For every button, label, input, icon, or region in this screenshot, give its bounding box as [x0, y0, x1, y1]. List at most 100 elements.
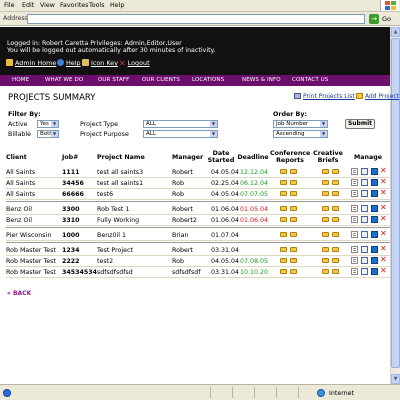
- back-link[interactable]: « BACK: [7, 290, 31, 297]
- conference-report-folder-icon[interactable]: [280, 247, 287, 252]
- copy-icon[interactable]: [361, 246, 368, 253]
- edit-icon[interactable]: [371, 179, 378, 186]
- icon-key-link[interactable]: Icon Key: [82, 59, 118, 67]
- copy-icon[interactable]: [361, 168, 368, 175]
- view-icon[interactable]: [351, 246, 358, 253]
- creative-brief-open-icon[interactable]: [332, 269, 339, 274]
- creative-brief-open-icon[interactable]: [332, 217, 339, 222]
- copy-icon[interactable]: [361, 190, 368, 197]
- copy-icon[interactable]: [361, 257, 368, 264]
- conference-report-folder-icon[interactable]: [280, 191, 287, 196]
- vertical-scrollbar[interactable]: ▲ ▼: [390, 27, 400, 384]
- menu-edit[interactable]: Edit: [22, 2, 34, 9]
- creative-brief-open-icon[interactable]: [332, 258, 339, 263]
- order-field-select[interactable]: Job Number ▼: [273, 120, 328, 128]
- address-input[interactable]: [27, 14, 365, 24]
- conference-report-open-icon[interactable]: [290, 217, 297, 222]
- submit-button[interactable]: Submit: [345, 119, 375, 129]
- creative-brief-folder-icon[interactable]: [322, 180, 329, 185]
- edit-icon[interactable]: [371, 190, 378, 197]
- view-icon[interactable]: [351, 168, 358, 175]
- conference-report-folder-icon[interactable]: [280, 258, 287, 263]
- conference-report-open-icon[interactable]: [290, 180, 297, 185]
- active-select[interactable]: Yes ▼: [37, 120, 59, 128]
- help-link[interactable]: Help: [57, 59, 81, 67]
- menu-favorites[interactable]: Favorites: [60, 2, 88, 9]
- view-icon[interactable]: [351, 216, 358, 223]
- conference-report-open-icon[interactable]: [290, 247, 297, 252]
- creative-brief-folder-icon[interactable]: [322, 191, 329, 196]
- nav-what-we-do[interactable]: WHAT WE DO: [45, 77, 83, 83]
- nav-our-staff[interactable]: OUR STAFF: [98, 77, 129, 83]
- creative-brief-folder-icon[interactable]: [322, 269, 329, 274]
- creative-brief-folder-icon[interactable]: [322, 169, 329, 174]
- nav-news-info[interactable]: NEWS & INFO: [242, 77, 281, 83]
- conference-report-folder-icon[interactable]: [280, 217, 287, 222]
- conference-report-folder-icon[interactable]: [280, 169, 287, 174]
- menu-help[interactable]: Help: [110, 2, 124, 9]
- creative-brief-open-icon[interactable]: [332, 169, 339, 174]
- nav-our-clients[interactable]: OUR CLIENTS: [142, 77, 180, 83]
- copy-icon[interactable]: [361, 216, 368, 223]
- delete-icon[interactable]: ✕: [380, 267, 387, 275]
- delete-icon[interactable]: ✕: [380, 256, 387, 264]
- conference-report-folder-icon[interactable]: [280, 206, 287, 211]
- creative-brief-open-icon[interactable]: [332, 206, 339, 211]
- creative-brief-folder-icon[interactable]: [322, 206, 329, 211]
- scroll-up-icon[interactable]: ▲: [391, 27, 400, 37]
- creative-brief-open-icon[interactable]: [332, 247, 339, 252]
- conference-report-folder-icon[interactable]: [280, 269, 287, 274]
- go-button[interactable]: → Go: [369, 14, 397, 24]
- view-icon[interactable]: [351, 205, 358, 212]
- creative-brief-folder-icon[interactable]: [322, 217, 329, 222]
- delete-icon[interactable]: ✕: [380, 167, 387, 175]
- project-type-select[interactable]: ALL ▼: [143, 120, 218, 128]
- edit-icon[interactable]: [371, 205, 378, 212]
- view-icon[interactable]: [351, 190, 358, 197]
- view-icon[interactable]: [351, 231, 358, 238]
- copy-icon[interactable]: [361, 268, 368, 275]
- conference-report-open-icon[interactable]: [290, 269, 297, 274]
- billable-select[interactable]: Both ▼: [37, 130, 59, 138]
- conference-report-open-icon[interactable]: [290, 232, 297, 237]
- order-direction-select[interactable]: Ascending ▼: [273, 130, 328, 138]
- nav-contact-us[interactable]: CONTACT US: [292, 77, 328, 83]
- delete-icon[interactable]: ✕: [380, 178, 387, 186]
- copy-icon[interactable]: [361, 205, 368, 212]
- view-icon[interactable]: [351, 268, 358, 275]
- conference-report-folder-icon[interactable]: [280, 232, 287, 237]
- creative-brief-folder-icon[interactable]: [322, 247, 329, 252]
- conference-report-open-icon[interactable]: [290, 191, 297, 196]
- edit-icon[interactable]: [371, 257, 378, 264]
- view-icon[interactable]: [351, 257, 358, 264]
- admin-home-link[interactable]: Admin Home: [6, 59, 56, 67]
- copy-icon[interactable]: [361, 179, 368, 186]
- edit-icon[interactable]: [371, 268, 378, 275]
- conference-report-open-icon[interactable]: [290, 169, 297, 174]
- delete-icon[interactable]: ✕: [380, 230, 387, 238]
- edit-icon[interactable]: [371, 216, 378, 223]
- menu-tools[interactable]: Tools: [89, 2, 105, 9]
- creative-brief-open-icon[interactable]: [332, 180, 339, 185]
- delete-icon[interactable]: ✕: [380, 204, 387, 212]
- delete-icon[interactable]: ✕: [380, 245, 387, 253]
- creative-brief-open-icon[interactable]: [332, 232, 339, 237]
- menu-view[interactable]: View: [40, 2, 55, 9]
- creative-brief-folder-icon[interactable]: [322, 258, 329, 263]
- edit-icon[interactable]: [371, 168, 378, 175]
- nav-home[interactable]: HOME: [12, 77, 29, 83]
- edit-icon[interactable]: [371, 231, 378, 238]
- logout-link[interactable]: ✕ Logout: [119, 59, 150, 68]
- scroll-thumb[interactable]: [391, 38, 400, 368]
- scroll-down-icon[interactable]: ▼: [391, 374, 400, 384]
- delete-icon[interactable]: ✕: [380, 189, 387, 197]
- nav-locations[interactable]: LOCATIONS: [192, 77, 224, 83]
- edit-icon[interactable]: [371, 246, 378, 253]
- project-purpose-select[interactable]: ALL ▼: [143, 130, 218, 138]
- conference-report-open-icon[interactable]: [290, 258, 297, 263]
- creative-brief-open-icon[interactable]: [332, 191, 339, 196]
- add-project-link[interactable]: Add Project: [356, 93, 399, 100]
- delete-icon[interactable]: ✕: [380, 215, 387, 223]
- conference-report-open-icon[interactable]: [290, 206, 297, 211]
- menu-file[interactable]: File: [4, 2, 15, 9]
